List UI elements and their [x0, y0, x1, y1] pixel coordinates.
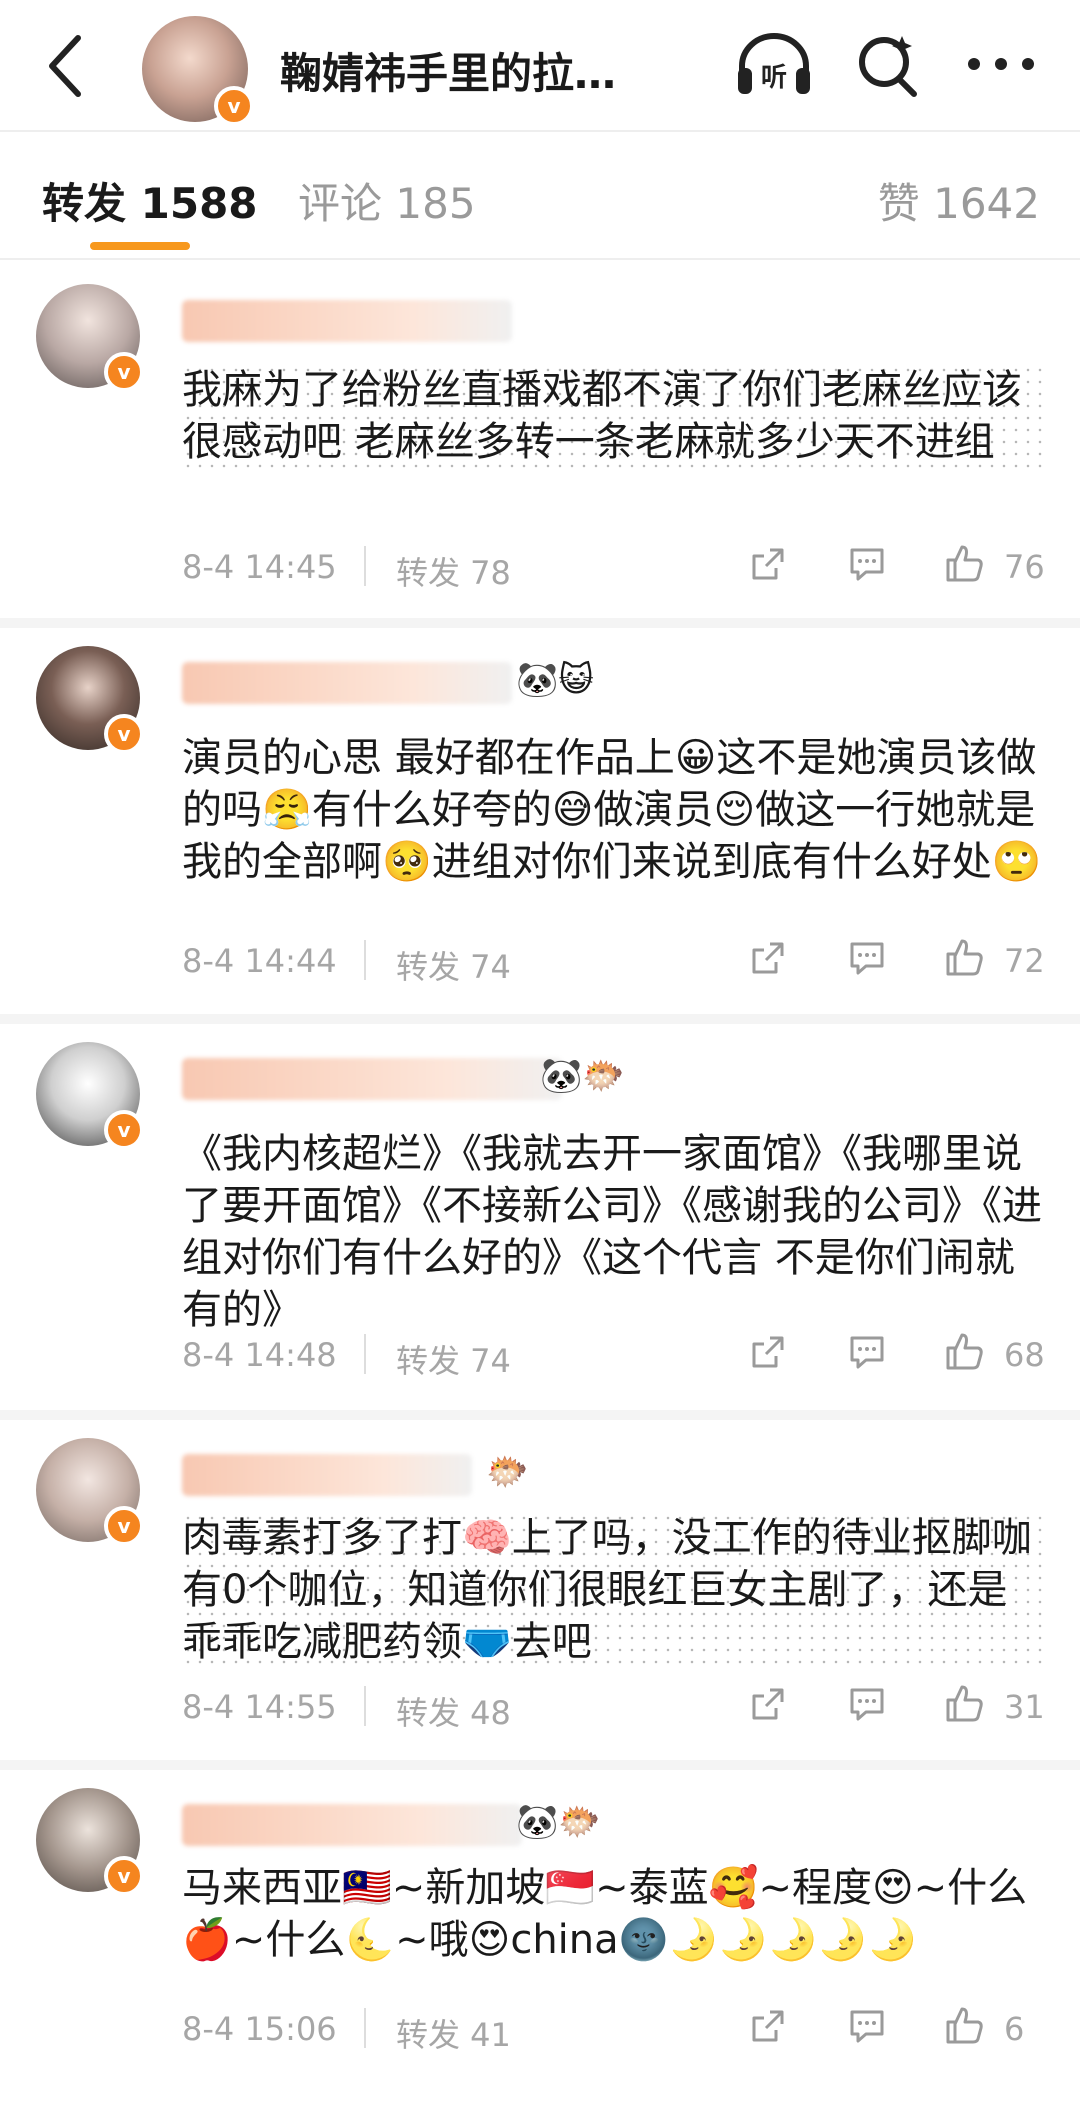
repost-count[interactable]: 转发 74	[396, 942, 511, 988]
post-text: 肉毒素打多了打🧠上了吗，没工作的待业抠脚咖有0个咖位，知道你们很眼红巨女主剧了，…	[182, 1512, 1042, 1668]
share-icon[interactable]	[748, 1684, 788, 1724]
username-emoji: 🐼🐡	[540, 1056, 625, 1096]
like-icon[interactable]	[944, 936, 986, 978]
username-emoji: 🐼😺	[516, 660, 594, 700]
like-count: 76	[1004, 548, 1045, 586]
comment-icon[interactable]	[846, 1684, 888, 1724]
comment-icon[interactable]	[846, 938, 888, 978]
share-icon[interactable]	[748, 938, 788, 978]
like-count: 68	[1004, 1336, 1045, 1374]
more-icon[interactable]	[966, 52, 1036, 76]
like-icon[interactable]	[944, 542, 986, 584]
avatar[interactable]: v	[36, 646, 144, 754]
post-text: 演员的心思 最好都在作品上😀这不是她演员该做的吗😤有什么好夸的😅做演员😌做这一行…	[182, 735, 1042, 885]
post-meta: 8-4 14:44 转发 74 72	[182, 936, 1045, 988]
tab-likes[interactable]: 赞 1642	[878, 170, 1040, 231]
listen-icon[interactable]: 听	[732, 28, 816, 100]
post-text: 我麻为了给粉丝直播戏都不演了你们老麻丝应该很感动吧 老麻丝多转一条老麻就多少天不…	[182, 364, 1042, 468]
username-blurred[interactable]	[182, 662, 512, 704]
verified-badge-icon: v	[104, 1856, 144, 1896]
author-avatar[interactable]: v	[142, 16, 254, 126]
post-text: 《我内核超烂》《我就去开一家面馆》《我哪里说了要开面馆》《不接新公司》《感谢我的…	[182, 1131, 1042, 1333]
username-blurred[interactable]	[182, 1454, 472, 1496]
repost-item[interactable]: v 我麻为了给粉丝直播戏都不演了你们老麻丝应该很感动吧 老麻丝多转一条老麻就多少…	[0, 260, 1080, 628]
tab-comments[interactable]: 评论 185	[298, 170, 476, 231]
verified-badge-icon: v	[214, 86, 254, 126]
repost-item[interactable]: v 🐼🐡 马来西亚🇲🇾~新加坡🇸🇬~泰蓝🥰~程度😍~什么🍎~什么🌜~哦😍chin…	[0, 1764, 1080, 2104]
svg-text:听: 听	[761, 63, 787, 93]
post-meta: 8-4 15:06 转发 41 6	[182, 2004, 1042, 2054]
username-blurred[interactable]	[182, 1058, 562, 1100]
verified-badge-icon: v	[104, 1506, 144, 1546]
top-bar: v 鞠婧祎手里的拉… 听	[0, 0, 1080, 132]
like-count: 6	[1004, 2010, 1025, 2048]
post-time: 8-4 14:44	[182, 942, 337, 980]
comment-icon[interactable]	[846, 2006, 888, 2046]
divider	[364, 940, 366, 980]
share-icon[interactable]	[748, 2006, 788, 2046]
tab-bar: 转发 1588 评论 185 赞 1642	[0, 130, 1080, 260]
username-emoji: 🐡	[486, 1452, 529, 1492]
share-icon[interactable]	[748, 1332, 788, 1372]
avatar[interactable]: v	[36, 1042, 144, 1150]
active-tab-indicator	[90, 242, 190, 250]
repost-count[interactable]: 转发 74	[396, 1336, 511, 1382]
divider	[364, 1686, 366, 1726]
post-meta: 8-4 14:45 转发 78 76	[182, 542, 1045, 594]
comment-icon[interactable]	[846, 544, 888, 584]
post-text: 马来西亚🇲🇾~新加坡🇸🇬~泰蓝🥰~程度😍~什么🍎~什么🌜~哦😍china🌚🌛🌛🌛…	[182, 1865, 1028, 1963]
like-count: 31	[1004, 1688, 1045, 1726]
repost-item[interactable]: v 🐼🐡 《我内核超烂》《我就去开一家面馆》《我哪里说了要开面馆》《不接新公司》…	[0, 1018, 1080, 1420]
comment-icon[interactable]	[846, 1332, 888, 1372]
divider	[364, 1334, 366, 1374]
search-icon[interactable]	[856, 30, 922, 100]
post-meta: 8-4 14:55 转发 48 31	[182, 1682, 1045, 1734]
verified-badge-icon: v	[104, 714, 144, 754]
repost-item[interactable]: v 🐼😺 演员的心思 最好都在作品上😀这不是她演员该做的吗😤有什么好夸的😅做演员…	[0, 622, 1080, 1024]
repost-count[interactable]: 转发 41	[396, 2010, 511, 2056]
post-time: 8-4 14:45	[182, 548, 337, 586]
repost-count[interactable]: 转发 78	[396, 548, 511, 594]
like-icon[interactable]	[944, 2004, 986, 2046]
like-icon[interactable]	[944, 1330, 986, 1372]
verified-badge-icon: v	[104, 1110, 144, 1150]
like-icon[interactable]	[944, 1682, 986, 1724]
post-time: 8-4 14:55	[182, 1688, 337, 1726]
username-blurred[interactable]	[182, 300, 512, 342]
share-icon[interactable]	[748, 544, 788, 584]
like-count: 72	[1004, 942, 1045, 980]
page-title[interactable]: 鞠婧祎手里的拉…	[280, 40, 616, 101]
post-time: 8-4 14:48	[182, 1336, 337, 1374]
avatar[interactable]: v	[36, 1438, 144, 1546]
username-emoji: 🐼🐡	[516, 1802, 601, 1842]
repost-item[interactable]: v 🐡 肉毒素打多了打🧠上了吗，没工作的待业抠脚咖有0个咖位，知道你们很眼红巨女…	[0, 1414, 1080, 1770]
repost-count[interactable]: 转发 48	[396, 1688, 511, 1734]
avatar[interactable]: v	[36, 1788, 144, 1896]
back-arrow-icon[interactable]	[36, 28, 96, 104]
tab-reposts[interactable]: 转发 1588	[42, 170, 258, 231]
divider	[364, 2008, 366, 2048]
post-meta: 8-4 14:48 转发 74 68	[182, 1330, 1045, 1382]
verified-badge-icon: v	[104, 352, 144, 392]
divider	[364, 546, 366, 586]
avatar[interactable]: v	[36, 284, 144, 392]
username-blurred[interactable]	[182, 1804, 522, 1846]
post-time: 8-4 15:06	[182, 2010, 337, 2048]
